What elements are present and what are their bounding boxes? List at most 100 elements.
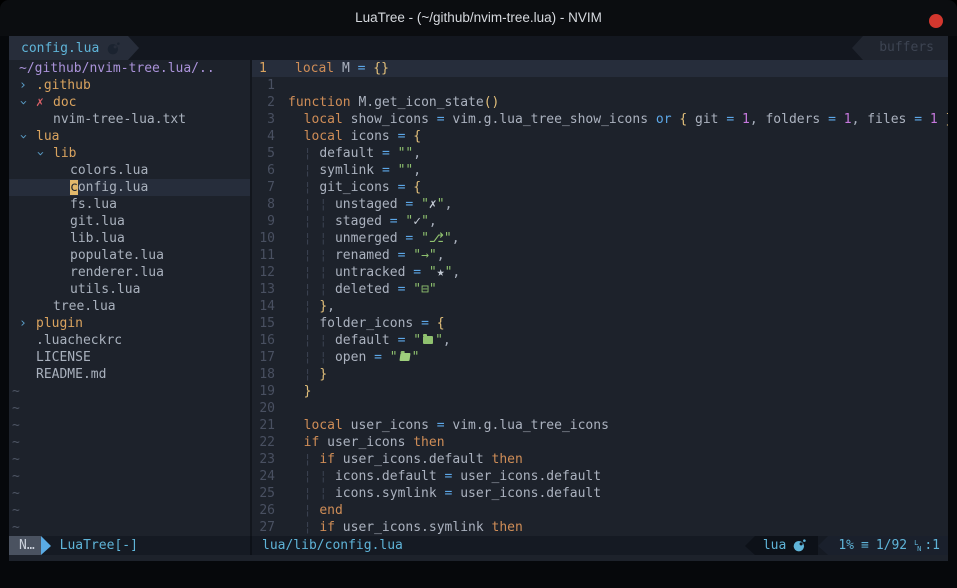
code-line-16[interactable]: 15 ¦ folder_icons = { (252, 315, 948, 332)
tree-item-.github[interactable]: ›.github (9, 77, 250, 94)
tree-item-label: .luacheckrc (36, 332, 122, 349)
code-text: function M.get_icon_state() (288, 94, 499, 111)
relative-line-number: 26 (252, 502, 282, 519)
code-line-15[interactable]: 14 ¦ }, (252, 298, 948, 315)
tree-item--github-nvim-tree.lua-..[interactable]: ~/github/nvim-tree.lua/.. (9, 60, 250, 77)
chevron-down-icon[interactable]: › (19, 94, 36, 111)
code-line-6[interactable]: 5 ¦ default = "", (252, 145, 948, 162)
code-text: ¦ ¦ untracked = "★", (288, 264, 460, 281)
git-dirty-icon: ✗ (36, 94, 53, 111)
tilde-marker: ~ (9, 434, 20, 451)
relative-line-number: 22 (252, 434, 282, 451)
code-line-21[interactable]: 20 (252, 400, 948, 417)
tree-item-config.lua[interactable]: config.lua (9, 179, 250, 196)
statusline: N… LuaTree[-] lua/lib/config.lua lua (9, 536, 948, 555)
relative-line-number: 17 (252, 349, 282, 366)
code-line-7[interactable]: 6 ¦ symlink = "", (252, 162, 948, 179)
code-line-13[interactable]: 12 ¦ ¦ untracked = "★", (252, 264, 948, 281)
column-number: :1 (924, 536, 940, 555)
code-line-4[interactable]: 3 local show_icons = vim.g.lua_tree_show… (252, 111, 948, 128)
tree-item-plugin[interactable]: ›plugin (9, 315, 250, 332)
code-line-26[interactable]: 25 ¦ ¦ icons.symlink = user_icons.defaul… (252, 485, 948, 502)
chevron-down-icon[interactable]: › (19, 128, 36, 145)
powerline-chevron-icon (745, 536, 755, 555)
chevron-right-icon[interactable]: › (19, 77, 36, 94)
code-line-1[interactable]: 1local M = {} (252, 60, 948, 77)
buffers-segment[interactable]: buffers (863, 36, 948, 60)
tilde-marker: ~ (9, 502, 20, 519)
close-button-icon[interactable] (929, 14, 943, 28)
code-line-24[interactable]: 23 ¦ if user_icons.default then (252, 451, 948, 468)
tree-item-renderer.lua[interactable]: renderer.lua (9, 264, 250, 281)
relative-line-number: 8 (252, 196, 282, 213)
tree-item-fs.lua[interactable]: fs.lua (9, 196, 250, 213)
tree-item-.luacheckrc[interactable]: .luacheckrc (9, 332, 250, 349)
relative-line-number: 19 (252, 383, 282, 400)
tree-item-label: config.lua (70, 179, 148, 196)
tree-item-LICENSE[interactable]: LICENSE (9, 349, 250, 366)
code-text: } (288, 383, 311, 400)
relative-line-number: 27 (252, 519, 282, 536)
code-line-9[interactable]: 8 ¦ ¦ unstaged = "✗", (252, 196, 948, 213)
code-text: ¦ ¦ unstaged = "✗", (288, 196, 452, 213)
tree-item-label: tree.lua (53, 298, 116, 315)
tree-item-nvim-tree-lua.txt[interactable]: nvim-tree-lua.txt (9, 111, 250, 128)
code-line-19[interactable]: 18 ¦ } (252, 366, 948, 383)
code-text: ¦ ¦ staged = "✓", (288, 213, 437, 230)
code-line-25[interactable]: 24 ¦ ¦ icons.default = user_icons.defaul… (252, 468, 948, 485)
tree-item-git.lua[interactable]: git.lua (9, 213, 250, 230)
code-text: ¦ ¦ renamed = "→", (288, 247, 445, 264)
line-of-total: 1/92 (876, 536, 907, 555)
code-line-5[interactable]: 4 local icons = { (252, 128, 948, 145)
tree-item-doc[interactable]: ›✗doc (9, 94, 250, 111)
tree-item-tree.lua[interactable]: tree.lua (9, 298, 250, 315)
code-line-3[interactable]: 2function M.get_icon_state() (252, 94, 948, 111)
relative-line-number: 4 (252, 128, 282, 145)
relative-line-number: 6 (252, 162, 282, 179)
code-line-20[interactable]: 19 } (252, 383, 948, 400)
code-line-11[interactable]: 10 ¦ ¦ unmerged = "⎇", (252, 230, 948, 247)
code-text: ¦ } (288, 366, 327, 383)
code-line-17[interactable]: 16 ¦ ¦ default = "", (252, 332, 948, 349)
command-line[interactable] (9, 555, 948, 561)
tree-item-label: .github (36, 77, 91, 94)
tree-item-utils.lua[interactable]: utils.lua (9, 281, 250, 298)
chevron-down-icon[interactable]: › (36, 145, 53, 162)
relative-line-number: 12 (252, 264, 282, 281)
code-line-2[interactable]: 1 (252, 77, 948, 94)
code-text: ¦ ¦ icons.symlink = user_icons.default (288, 485, 601, 502)
chevron-right-icon[interactable]: › (19, 315, 36, 332)
code-line-28[interactable]: 27 ¦ if user_icons.symlink then (252, 519, 948, 536)
tree-item-lib[interactable]: ›lib (9, 145, 250, 162)
code-line-10[interactable]: 9 ¦ ¦ staged = "✓", (252, 213, 948, 230)
code-line-14[interactable]: 13 ¦ ¦ deleted = "⊟" (252, 281, 948, 298)
code-line-23[interactable]: 22 if user_icons then (252, 434, 948, 451)
code-text: ¦ end (288, 502, 343, 519)
tree-item-README.md[interactable]: README.md (9, 366, 250, 383)
code-line-8[interactable]: 7 ¦ git_icons = { (252, 179, 948, 196)
code-text: local show_icons = vim.g.lua_tree_show_i… (288, 111, 948, 128)
code-text: ¦ ¦ deleted = "⊟" (288, 281, 437, 298)
empty-line: ~ (9, 434, 250, 451)
code-line-27[interactable]: 26 ¦ end (252, 502, 948, 519)
tree-item-lua[interactable]: ›lua (9, 128, 250, 145)
code-text: ¦ }, (288, 298, 335, 315)
code-line-18[interactable]: 17 ¦ ¦ open = "" (252, 349, 948, 366)
code-text: ¦ if user_icons.default then (288, 451, 523, 468)
tree-item-lib.lua[interactable]: lib.lua (9, 230, 250, 247)
code-line-12[interactable]: 11 ¦ ¦ renamed = "→", (252, 247, 948, 264)
tree-item-colors.lua[interactable]: colors.lua (9, 162, 250, 179)
tab-config-lua[interactable]: config.lua (9, 36, 128, 60)
statusline-tree: N… LuaTree[-] (9, 536, 250, 555)
empty-line: ~ (9, 502, 250, 519)
scroll-percent: 1% (838, 536, 854, 555)
tree-item-populate.lua[interactable]: populate.lua (9, 247, 250, 264)
empty-line: ~ (9, 485, 250, 502)
relative-line-number: 1 (252, 77, 282, 94)
code-line-22[interactable]: 21 local user_icons = vim.g.lua_tree_ico… (252, 417, 948, 434)
tilde-marker: ~ (9, 417, 20, 434)
relative-line-number: 13 (252, 281, 282, 298)
powerline-chevron-icon (818, 536, 828, 555)
tree-item-label: git.lua (70, 213, 125, 230)
statusline-window-name: LuaTree[-] (60, 536, 138, 555)
